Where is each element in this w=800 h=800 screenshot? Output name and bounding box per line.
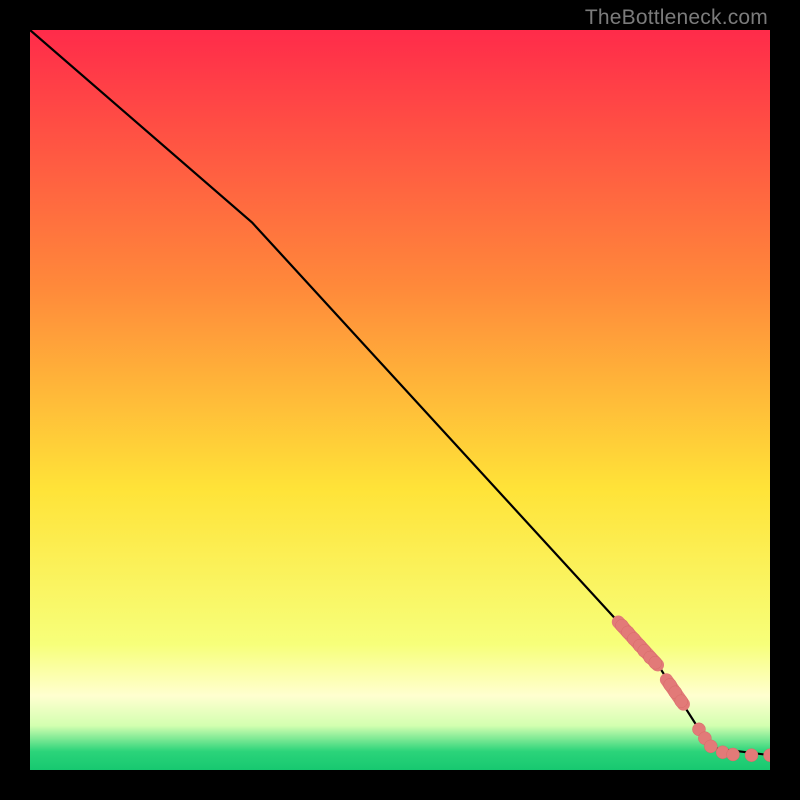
data-marker xyxy=(649,656,662,669)
chart-svg xyxy=(30,30,770,770)
data-marker xyxy=(727,748,740,761)
watermark-text: TheBottleneck.com xyxy=(585,6,768,30)
data-marker xyxy=(745,749,758,762)
data-marker xyxy=(675,695,688,708)
data-marker xyxy=(704,740,717,753)
chart-frame xyxy=(30,30,770,770)
